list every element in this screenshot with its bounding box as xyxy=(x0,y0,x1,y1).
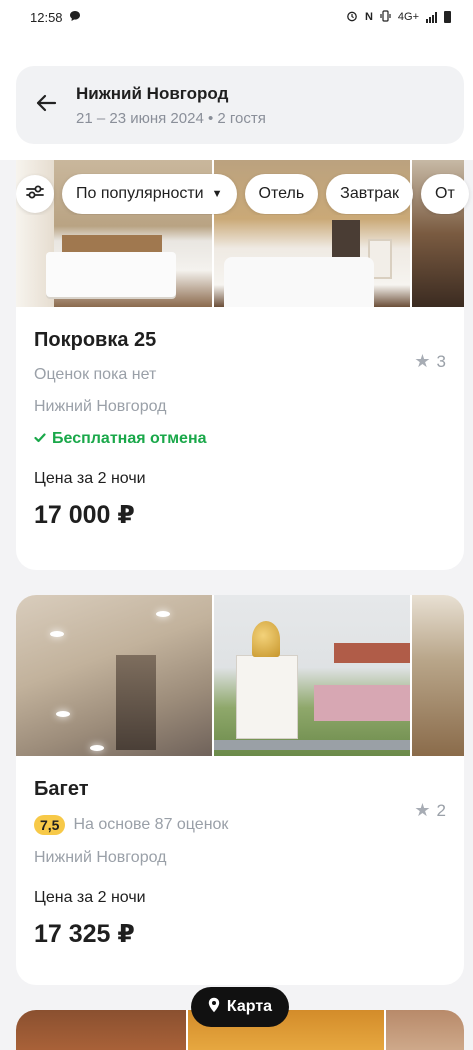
hotel-photo xyxy=(16,1010,186,1050)
status-time: 12:58 xyxy=(30,9,63,25)
star-count: 2 xyxy=(436,800,446,820)
chat-notification-icon xyxy=(69,10,81,25)
arrow-left-icon xyxy=(35,94,57,117)
signal-icon xyxy=(426,11,437,23)
hotel-name: Покровка 25 xyxy=(34,329,157,351)
review-text: Оценок пока нет xyxy=(34,366,157,383)
free-cancellation: Бесплатная отмена xyxy=(34,430,446,448)
filter-chip-partial[interactable]: От xyxy=(421,174,469,214)
search-summary-text: Нижний Новгород 21 – 23 июня 2024 • 2 го… xyxy=(76,84,266,127)
check-icon xyxy=(34,430,46,448)
filter-chip-hotel[interactable]: Отель xyxy=(244,174,319,214)
rating-score-badge: 7,5 xyxy=(34,815,66,835)
star-count: 3 xyxy=(436,351,446,371)
hotel-photo xyxy=(412,595,464,756)
sort-label: По популярности xyxy=(76,185,204,202)
hotel-info: Багет ★ 2 7,5 На основе 87 оценок Нижний… xyxy=(16,778,464,949)
map-button-label: Карта xyxy=(226,998,273,1015)
destination-title: Нижний Новгород xyxy=(76,83,229,103)
hotel-city: Нижний Новгород xyxy=(34,398,167,415)
review-text: На основе 87 оценок xyxy=(73,816,229,833)
star-rating: ★ 2 xyxy=(414,800,446,821)
alarm-icon xyxy=(346,10,358,25)
star-icon: ★ xyxy=(414,351,431,371)
search-summary-card[interactable]: Нижний Новгород 21 – 23 июня 2024 • 2 го… xyxy=(16,66,464,144)
sliders-icon xyxy=(25,184,45,205)
hotel-photo xyxy=(214,595,410,756)
hotel-name: Багет xyxy=(34,778,89,800)
review-rating: 7,5 На основе 87 оценок xyxy=(34,815,446,835)
filter-bar: По популярности ▼ Отель Завтрак От xyxy=(16,173,473,215)
free-cancellation-label: Бесплатная отмена xyxy=(52,430,207,447)
hotel-photo xyxy=(16,595,212,756)
hotel-card[interactable]: Багет ★ 2 7,5 На основе 87 оценок Нижний… xyxy=(16,595,464,985)
status-right: N 4G+ xyxy=(346,9,451,25)
back-button[interactable] xyxy=(16,66,76,144)
star-icon: ★ xyxy=(414,800,431,820)
status-left: 12:58 xyxy=(30,10,81,25)
status-bar: 12:58 N 4G+ xyxy=(0,0,473,34)
filters-button[interactable] xyxy=(16,175,54,213)
price-label: Цена за 2 ночи xyxy=(34,470,146,487)
photo-carousel[interactable] xyxy=(16,595,464,756)
sort-dropdown[interactable]: По популярности ▼ xyxy=(62,174,237,214)
star-rating: ★ 3 xyxy=(414,351,446,372)
review-rating: Оценок пока нет xyxy=(34,366,446,384)
caret-down-icon: ▼ xyxy=(211,188,223,200)
dates-guests: 21 – 23 июня 2024 • 2 гостя xyxy=(76,109,266,127)
hotel-info: Покровка 25 ★ 3 Оценок пока нет Нижний Н… xyxy=(16,329,464,530)
hotel-photo xyxy=(386,1010,464,1050)
nfc-icon: N xyxy=(364,11,373,23)
price-label: Цена за 2 ночи xyxy=(34,889,146,906)
price: 17 325 ₽ xyxy=(34,920,135,948)
vibrate-icon xyxy=(380,9,391,25)
hotel-city: Нижний Новгород xyxy=(34,849,167,866)
map-pin-icon xyxy=(208,997,220,1018)
hotel-card[interactable]: Покровка 25 ★ 3 Оценок пока нет Нижний Н… xyxy=(16,160,464,570)
network-type: 4G+ xyxy=(397,11,419,23)
map-button[interactable]: Карта xyxy=(191,987,289,1027)
price: 17 000 ₽ xyxy=(34,501,135,529)
battery-icon xyxy=(444,11,451,23)
filter-chip-breakfast[interactable]: Завтрак xyxy=(326,174,413,214)
